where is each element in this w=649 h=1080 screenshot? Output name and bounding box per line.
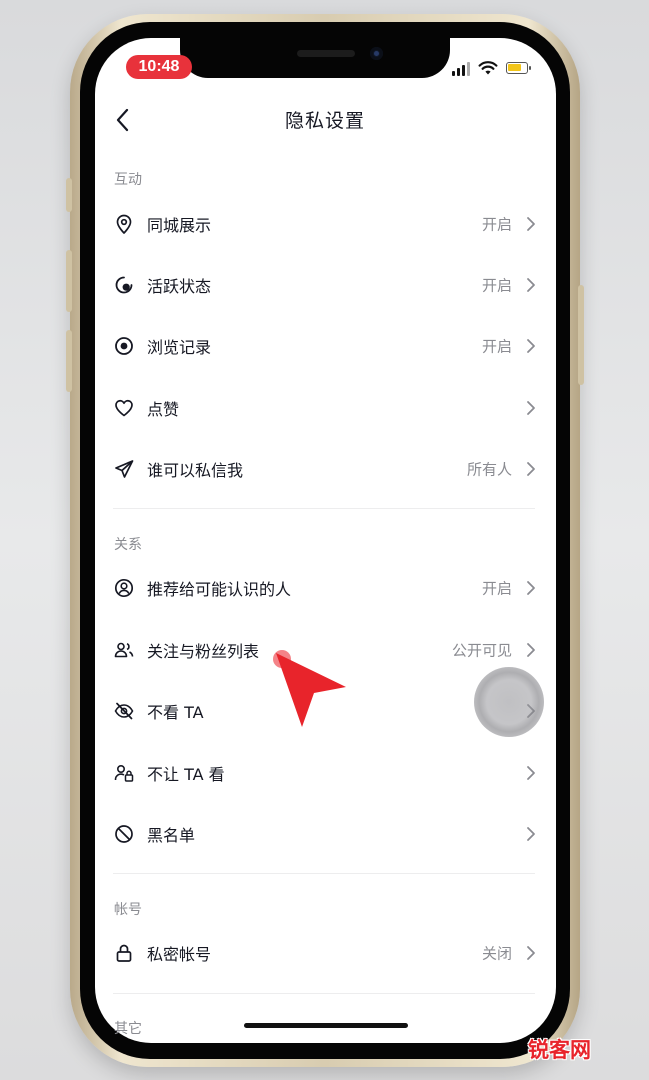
volume-up-button — [66, 250, 72, 312]
list-item-browse-history[interactable]: 浏览记录 开启 — [95, 315, 556, 376]
eye-icon — [115, 336, 133, 355]
power-button — [578, 285, 584, 385]
chevron-right-icon — [527, 216, 535, 231]
row-value: 开启 — [481, 579, 512, 597]
notch — [180, 38, 450, 78]
list-item-local-display[interactable]: 同城展示 开启 — [95, 193, 556, 254]
row-label: 谁可以私信我 — [147, 460, 244, 480]
row-label: 私密帐号 — [147, 944, 212, 964]
back-button[interactable] — [112, 106, 134, 134]
pointer-cursor-icon — [273, 650, 346, 727]
chevron-right-icon — [527, 400, 535, 415]
section-divider — [113, 993, 535, 994]
row-value: 开启 — [481, 215, 512, 233]
row-label: 点赞 — [147, 399, 180, 419]
screen — [95, 38, 556, 1043]
chevron-right-icon — [527, 277, 535, 292]
status-time: 10:48 — [126, 55, 192, 79]
chevron-right-icon — [527, 580, 535, 595]
assistive-touch-button[interactable] — [474, 667, 544, 737]
lock-icon — [116, 944, 132, 962]
row-label: 同城展示 — [147, 215, 212, 235]
block-icon — [115, 824, 133, 843]
row-label: 黑名单 — [147, 825, 196, 845]
page-title: 隐私设置 — [284, 110, 365, 132]
chevron-right-icon — [527, 461, 535, 476]
row-value: 开启 — [481, 337, 512, 355]
row-label: 关注与粉丝列表 — [147, 641, 260, 661]
row-label: 活跃状态 — [147, 276, 212, 296]
battery-icon — [506, 62, 531, 74]
home-indicator[interactable] — [244, 1023, 408, 1028]
front-camera — [370, 47, 383, 60]
row-label: 浏览记录 — [147, 337, 212, 357]
send-icon — [115, 459, 134, 478]
mute-switch — [66, 178, 72, 212]
chevron-right-icon — [527, 945, 535, 960]
user-lock-icon — [114, 764, 134, 782]
row-value: 开启 — [481, 276, 512, 294]
location-pin-icon — [116, 214, 132, 234]
section-label-interaction: 互动 — [114, 172, 142, 188]
chevron-right-icon — [527, 826, 535, 841]
row-label: 不让 TA 看 — [147, 764, 225, 784]
row-value: 关闭 — [481, 944, 512, 962]
volume-down-button — [66, 330, 72, 392]
row-label: 不看 TA — [147, 702, 204, 722]
eye-off-icon — [114, 702, 134, 719]
active-status-icon — [115, 276, 133, 293]
list-item-blacklist[interactable]: 黑名单 — [95, 803, 556, 864]
wifi-icon — [478, 61, 498, 75]
row-value: 公开可见 — [451, 641, 512, 659]
user-circle-icon — [114, 578, 134, 597]
list-item-recommend-to-contacts[interactable]: 推荐给可能认识的人 开启 — [95, 557, 556, 618]
section-label-account: 帐号 — [114, 902, 142, 918]
speaker-grille — [297, 50, 355, 57]
row-label: 推荐给可能认识的人 — [147, 579, 292, 599]
status-indicators — [452, 60, 534, 78]
section-divider — [113, 873, 535, 874]
chevron-right-icon — [527, 642, 535, 657]
list-item-block-from-viewing[interactable]: 不让 TA 看 — [95, 742, 556, 803]
list-item-who-can-message[interactable]: 谁可以私信我 所有人 — [95, 438, 556, 499]
users-icon — [114, 642, 134, 657]
chevron-right-icon — [527, 765, 535, 780]
list-item-private-account[interactable]: 私密帐号 关闭 — [95, 922, 556, 983]
chevron-right-icon — [527, 338, 535, 353]
section-label-other: 其它 — [114, 1021, 142, 1037]
watermark-logo: 锐客网 — [528, 1038, 591, 1062]
section-divider — [113, 508, 535, 509]
section-label-relationship: 关系 — [114, 537, 142, 553]
heart-icon — [115, 399, 133, 416]
list-item-likes[interactable]: 点赞 — [95, 377, 556, 438]
list-item-active-status[interactable]: 活跃状态 开启 — [95, 254, 556, 315]
row-value: 所有人 — [466, 460, 512, 478]
